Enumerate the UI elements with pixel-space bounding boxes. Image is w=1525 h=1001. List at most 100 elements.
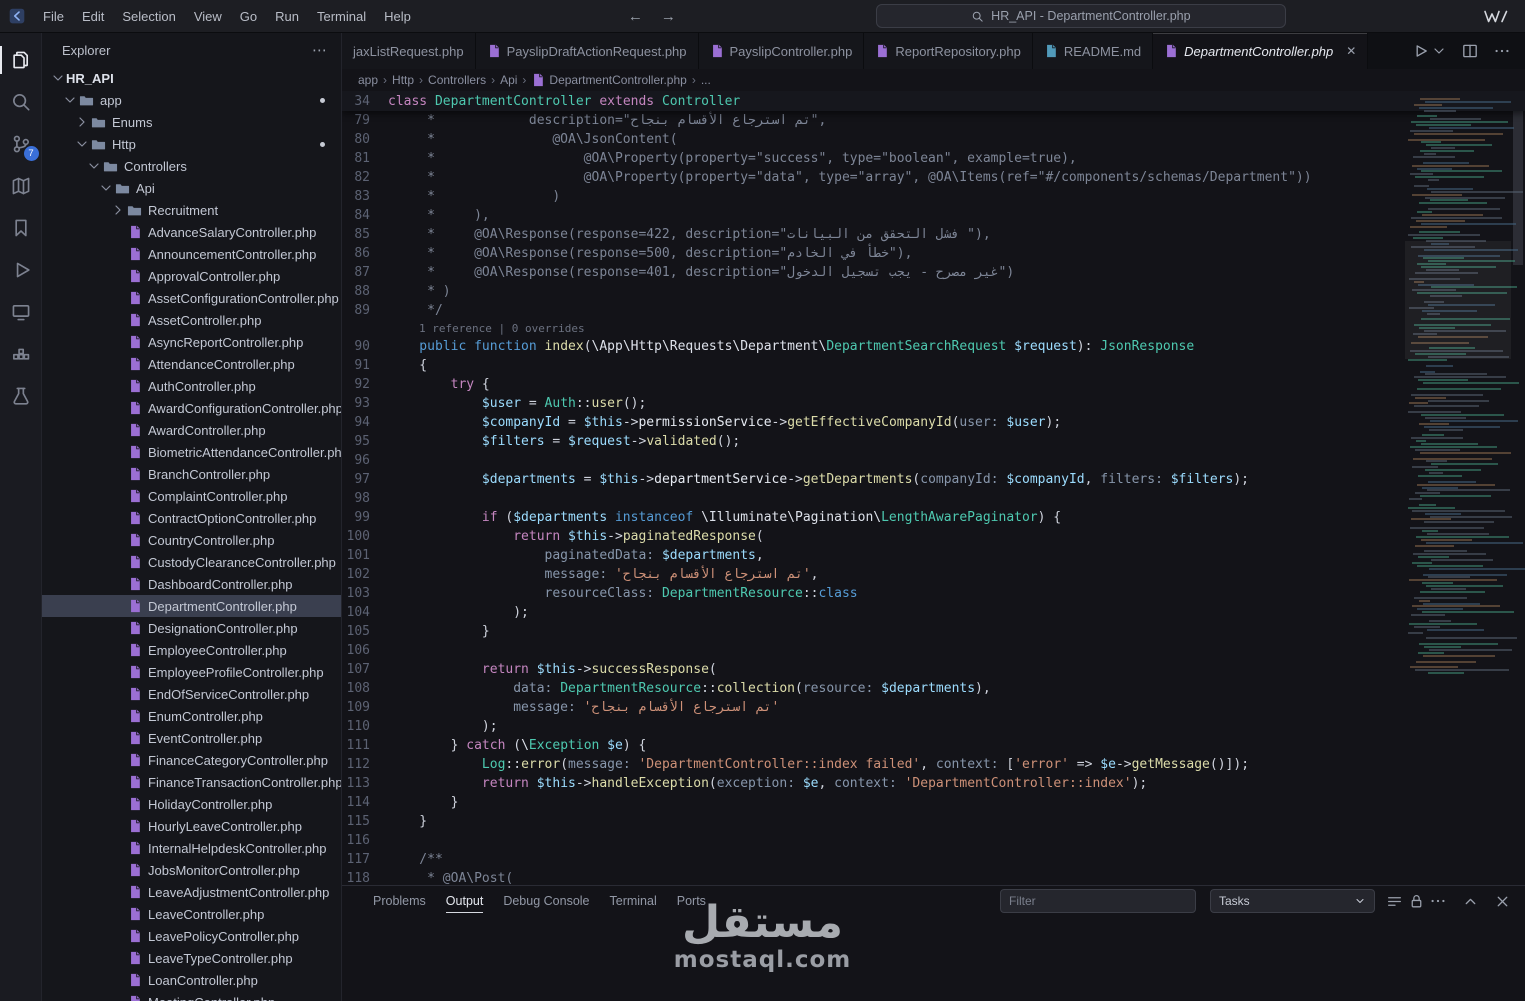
- tab-README.md[interactable]: README.md: [1032, 33, 1154, 69]
- tree-item-LeavePolicyController.php[interactable]: LeavePolicyController.php: [42, 925, 341, 947]
- tree-item-AsyncReportController.php[interactable]: AsyncReportController.php: [42, 331, 341, 353]
- menu-edit[interactable]: Edit: [73, 5, 113, 28]
- tree-item-ContractOptionController.php[interactable]: ContractOptionController.php: [42, 507, 341, 529]
- close-panel-icon[interactable]: [1491, 890, 1513, 912]
- tab-ReportRepository.php[interactable]: ReportRepository.php: [864, 33, 1033, 69]
- panel-filter-input[interactable]: [1000, 889, 1196, 913]
- tree-item-FinanceCategoryController.php[interactable]: FinanceCategoryController.php: [42, 749, 341, 771]
- menu-view[interactable]: View: [185, 5, 231, 28]
- tree-item-LeaveAdjustmentController.php[interactable]: LeaveAdjustmentController.php: [42, 881, 341, 903]
- tree-item-DesignationController.php[interactable]: DesignationController.php: [42, 617, 341, 639]
- tree-item-AwardController.php[interactable]: AwardController.php: [42, 419, 341, 441]
- tree-item-BranchController.php[interactable]: BranchController.php: [42, 463, 341, 485]
- containers-icon[interactable]: [0, 333, 42, 375]
- tree-item-HR_API[interactable]: HR_API: [42, 67, 341, 89]
- tree-item-AwardConfigurationController.php[interactable]: AwardConfigurationController.php: [42, 397, 341, 419]
- tasks-dropdown[interactable]: Tasks: [1210, 889, 1375, 913]
- breadcrumb-item[interactable]: app: [358, 73, 378, 87]
- tree-item-AssetController.php[interactable]: AssetController.php: [42, 309, 341, 331]
- menu-go[interactable]: Go: [231, 5, 266, 28]
- menu-help[interactable]: Help: [375, 5, 420, 28]
- maximize-panel-icon[interactable]: [1459, 890, 1481, 912]
- nav-back-icon[interactable]: ←: [628, 8, 643, 25]
- tree-item-MeetingController.php[interactable]: MeetingController.php: [42, 991, 341, 1001]
- tree-item-JobsMonitorController.php[interactable]: JobsMonitorController.php: [42, 859, 341, 881]
- tab-DepartmentController.php[interactable]: DepartmentController.php ✕: [1153, 33, 1369, 69]
- tree-item-EventController.php[interactable]: EventController.php: [42, 727, 341, 749]
- code-area[interactable]: 79 * description="تم استرجاع الأقسام بنج…: [342, 111, 1525, 885]
- tree-item-Controllers[interactable]: Controllers: [42, 155, 341, 177]
- tree-item-app[interactable]: app: [42, 89, 341, 111]
- tree-item-Enums[interactable]: Enums: [42, 111, 341, 133]
- panel-tab-output[interactable]: Output: [437, 886, 493, 916]
- tree-item-AttendanceController.php[interactable]: AttendanceController.php: [42, 353, 341, 375]
- tree-item-CustodyClearanceController.php[interactable]: CustodyClearanceController.php: [42, 551, 341, 573]
- tree-item-EndOfServiceController.php[interactable]: EndOfServiceController.php: [42, 683, 341, 705]
- tree-item-DepartmentController.php[interactable]: DepartmentController.php: [42, 595, 341, 617]
- tree-item-EmployeeProfileController.php[interactable]: EmployeeProfileController.php: [42, 661, 341, 683]
- tree-item-AssetConfigurationController.php[interactable]: AssetConfigurationController.php: [42, 287, 341, 309]
- more-actions-icon[interactable]: [1427, 890, 1449, 912]
- lock-scroll-icon[interactable]: [1405, 890, 1427, 912]
- panel-tab-terminal[interactable]: Terminal: [601, 886, 666, 916]
- search-icon[interactable]: [0, 81, 42, 123]
- tree-item-AuthController.php[interactable]: AuthController.php: [42, 375, 341, 397]
- more-actions-icon[interactable]: [1493, 42, 1511, 60]
- close-tab-icon[interactable]: ✕: [1346, 44, 1356, 58]
- tree-item-EnumController.php[interactable]: EnumController.php: [42, 705, 341, 727]
- menu-selection[interactable]: Selection: [113, 5, 184, 28]
- explorer-icon[interactable]: [0, 39, 42, 81]
- tree-item-LeaveController.php[interactable]: LeaveController.php: [42, 903, 341, 925]
- minimap-slider[interactable]: [1405, 241, 1511, 359]
- editor-scrollbar[interactable]: [1511, 91, 1525, 885]
- bookmarks-icon[interactable]: [0, 207, 42, 249]
- tab-PayslipController.php[interactable]: PayslipController.php: [698, 33, 865, 69]
- nav-forward-icon[interactable]: →: [661, 8, 676, 25]
- command-center[interactable]: HR_API - DepartmentController.php: [875, 4, 1286, 28]
- testing-icon[interactable]: [0, 375, 42, 417]
- breadcrumb-item[interactable]: Controllers: [428, 73, 486, 87]
- tree-item-EmployeeController.php[interactable]: EmployeeController.php: [42, 639, 341, 661]
- breadcrumb-item[interactable]: Http: [392, 73, 414, 87]
- tab-jaxListRequest.php[interactable]: jaxListRequest.php: [342, 33, 476, 69]
- tree-item-AnnouncementController.php[interactable]: AnnouncementController.php: [42, 243, 341, 265]
- panel-tab-problems[interactable]: Problems: [364, 886, 435, 916]
- tree-item-HourlyLeaveController.php[interactable]: HourlyLeaveController.php: [42, 815, 341, 837]
- tree-item-FinanceTransactionController.php[interactable]: FinanceTransactionController.php: [42, 771, 341, 793]
- menu-file[interactable]: File: [34, 5, 73, 28]
- tree-item-ComplaintController.php[interactable]: ComplaintController.php: [42, 485, 341, 507]
- tree-item-HolidayController.php[interactable]: HolidayController.php: [42, 793, 341, 815]
- panel-tab-ports[interactable]: Ports: [668, 886, 715, 916]
- app-logo-icon[interactable]: [0, 7, 34, 25]
- tree-item-InternalHelpdeskController.php[interactable]: InternalHelpdeskController.php: [42, 837, 341, 859]
- minimap[interactable]: [1405, 91, 1525, 691]
- tree-item-Recruitment[interactable]: Recruitment: [42, 199, 341, 221]
- tree-item-CountryController.php[interactable]: CountryController.php: [42, 529, 341, 551]
- tree-item-Http[interactable]: Http: [42, 133, 341, 155]
- tree-item-Api[interactable]: Api: [42, 177, 341, 199]
- word-wrap-icon[interactable]: [1383, 890, 1405, 912]
- panel-tab-debug-console[interactable]: Debug Console: [494, 886, 598, 916]
- tree-item-BiometricAttendanceController.php[interactable]: BiometricAttendanceController.php: [42, 441, 341, 463]
- map-icon[interactable]: [0, 165, 42, 207]
- tree-item-LeaveTypeController.php[interactable]: LeaveTypeController.php: [42, 947, 341, 969]
- tree-item-AdvanceSalaryController.php[interactable]: AdvanceSalaryController.php: [42, 221, 341, 243]
- source-control-icon[interactable]: 7: [0, 123, 42, 165]
- run-and-debug-icon[interactable]: [0, 249, 42, 291]
- breadcrumb-item[interactable]: Api: [500, 73, 517, 87]
- tab-PayslipDraftActionRequest.php[interactable]: PayslipDraftActionRequest.php: [475, 33, 699, 69]
- remote-explorer-icon[interactable]: [0, 291, 42, 333]
- tree-item-DashboardController.php[interactable]: DashboardController.php: [42, 573, 341, 595]
- editor-area[interactable]: 34 class DepartmentController extends Con…: [342, 91, 1525, 885]
- codelens[interactable]: 1 reference | 0 overrides: [342, 320, 1525, 337]
- scrollbar-thumb[interactable]: [1513, 93, 1523, 265]
- explorer-more-icon[interactable]: ⋯: [312, 41, 327, 59]
- tree-item-LoanController.php[interactable]: LoanController.php: [42, 969, 341, 991]
- run-file-icon[interactable]: [1411, 42, 1447, 60]
- menu-run[interactable]: Run: [266, 5, 308, 28]
- breadcrumb-item[interactable]: ...: [701, 73, 711, 87]
- breadcrumb-item[interactable]: DepartmentController.php: [531, 73, 687, 87]
- tree-item-ApprovalController.php[interactable]: ApprovalController.php: [42, 265, 341, 287]
- menu-terminal[interactable]: Terminal: [308, 5, 375, 28]
- split-editor-icon[interactable]: [1461, 42, 1479, 60]
